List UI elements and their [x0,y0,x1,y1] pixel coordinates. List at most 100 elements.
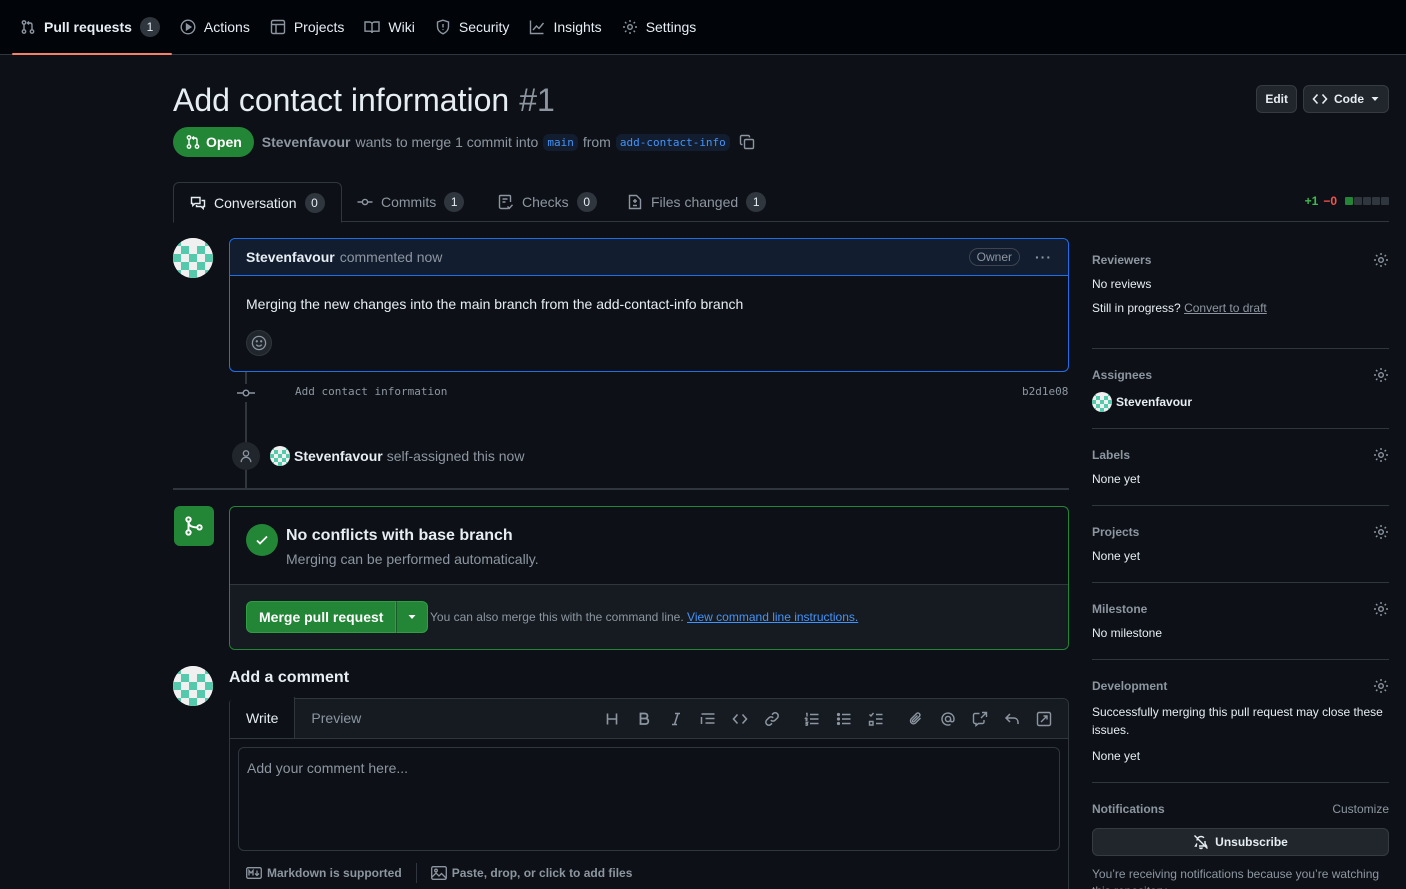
comment-box: Stevenfavour commented now Owner ··· Mer… [229,238,1069,372]
kebab-horizontal-icon[interactable]: ··· [1035,249,1052,265]
italic-icon[interactable] [660,703,692,735]
gear-icon[interactable] [1373,601,1389,617]
event-text: self-assigned this now [386,448,525,464]
add-comment-title: Add a comment [229,669,350,686]
caret-down-icon [407,612,417,622]
play-icon [180,19,196,35]
nav-insights[interactable]: Insights [521,0,613,55]
assignees-section: Assignees Stevenfavour [1092,364,1389,429]
labels-header[interactable]: Labels [1092,444,1389,466]
gear-icon[interactable] [1373,252,1389,268]
customize-link[interactable]: Customize [1332,802,1389,816]
code-button[interactable]: Code [1303,85,1389,113]
code-icon[interactable] [724,703,756,735]
merge-actions: Merge pull request You can also merge th… [230,585,1068,649]
gear-icon[interactable] [1373,367,1389,383]
progress-text: Still in progress? [1092,301,1181,315]
add-reaction-button[interactable] [246,330,272,356]
quote-icon[interactable] [692,703,724,735]
author-link[interactable]: Stevenfavour [262,134,351,150]
unsubscribe-button[interactable]: Unsubscribe [1092,828,1389,856]
labels-label: Labels [1092,448,1131,462]
head-branch[interactable]: add-contact-info [615,133,730,151]
gear-icon[interactable] [1373,524,1389,540]
nav-security[interactable]: Security [427,0,522,55]
person-icon [232,442,260,470]
nav-wiki[interactable]: Wiki [356,0,426,55]
tab-write[interactable]: Write [230,697,296,738]
tab-count: 1 [746,192,767,212]
merge-pull-request-button[interactable]: Merge pull request [246,601,397,633]
tab-conversation[interactable]: Conversation 0 [173,182,342,223]
gear-icon [622,19,638,35]
avatar[interactable] [173,238,213,278]
pr-meta: Stevenfavour wants to merge 1 commit int… [262,133,755,151]
diffstat-additions: +1 [1304,194,1319,208]
attach-files-button[interactable]: Paste, drop, or click to add files [430,866,633,880]
reviewers-header[interactable]: Reviewers [1092,249,1389,271]
unordered-list-icon[interactable] [828,703,860,735]
markdown-supported-link[interactable]: Markdown is supported [246,866,402,880]
ordered-list-icon[interactable] [796,703,828,735]
base-branch[interactable]: main [543,133,578,151]
diffstat-block [1354,197,1362,205]
git-pull-request-icon [20,19,36,35]
bold-icon[interactable] [628,703,660,735]
tab-checks[interactable]: Checks 0 [498,182,597,222]
edit-label: Edit [1265,92,1288,106]
nav-pull-requests[interactable]: Pull requests 1 [12,0,172,55]
nav-settings[interactable]: Settings [614,0,709,55]
projects-header[interactable]: Projects [1092,521,1389,543]
projects-label: Projects [1092,525,1140,539]
command-line-instructions-link[interactable]: View command line instructions. [687,610,858,624]
avatar[interactable] [270,446,290,466]
attach-note: Paste, drop, or click to add files [451,866,633,880]
assignee-row[interactable]: Stevenfavour [1092,392,1389,412]
gear-icon[interactable] [1373,678,1389,694]
tab-files-changed[interactable]: Files changed 1 [627,182,767,222]
development-value: None yet [1092,749,1141,763]
reply-icon[interactable] [996,703,1028,735]
link-icon[interactable] [756,703,788,735]
gear-icon[interactable] [1373,447,1389,463]
event-actor[interactable]: Stevenfavour [294,448,383,464]
development-header[interactable]: Development [1092,675,1389,697]
commit-message-link[interactable]: Add contact information [295,385,447,398]
comment-textarea[interactable]: Add your comment here... [238,747,1060,851]
merge-note-text: You can also merge this with the command… [430,610,684,624]
reviewers-section: Reviewers No reviews Still in progress? … [1092,249,1389,349]
merge-text: wants to merge 1 commit into [355,134,539,150]
cross-reference-icon[interactable] [964,703,996,735]
merge-text-from: from [582,134,611,150]
fullscreen-icon[interactable] [1028,703,1060,735]
heading-icon[interactable] [596,703,628,735]
nav-projects[interactable]: Projects [262,0,357,55]
nav-actions[interactable]: Actions [172,0,262,55]
convert-to-draft-link[interactable]: Convert to draft [1184,301,1267,315]
assignees-header[interactable]: Assignees [1092,364,1389,386]
tab-preview[interactable]: Preview [295,698,377,738]
comment-author[interactable]: Stevenfavour [246,249,335,265]
projects-section: Projects None yet [1092,521,1389,583]
timeline-divider [173,488,1069,490]
draft-row: Still in progress? Convert to draft [1092,301,1389,315]
mention-icon[interactable] [932,703,964,735]
copy-icon[interactable] [739,134,755,150]
tab-commits[interactable]: Commits 1 [357,182,465,222]
shield-icon [435,19,451,35]
avatar[interactable] [173,666,213,706]
edit-button[interactable]: Edit [1256,85,1297,113]
git-commit-icon [357,194,373,210]
avatar [1092,392,1112,412]
nav-label: Security [458,19,510,35]
commit-sha-link[interactable]: b2d1e08 [1022,385,1068,398]
diffstat-block [1345,197,1353,205]
task-list-icon[interactable] [860,703,892,735]
paperclip-icon[interactable] [900,703,932,735]
milestone-header[interactable]: Milestone [1092,598,1389,620]
code-label: Code [1334,92,1364,106]
diffstat-deletions: −0 [1323,194,1337,208]
notifications-note: You’re receiving notifications because y… [1092,867,1380,889]
assignee-name: Stevenfavour [1116,395,1193,409]
merge-options-dropdown[interactable] [396,601,429,633]
